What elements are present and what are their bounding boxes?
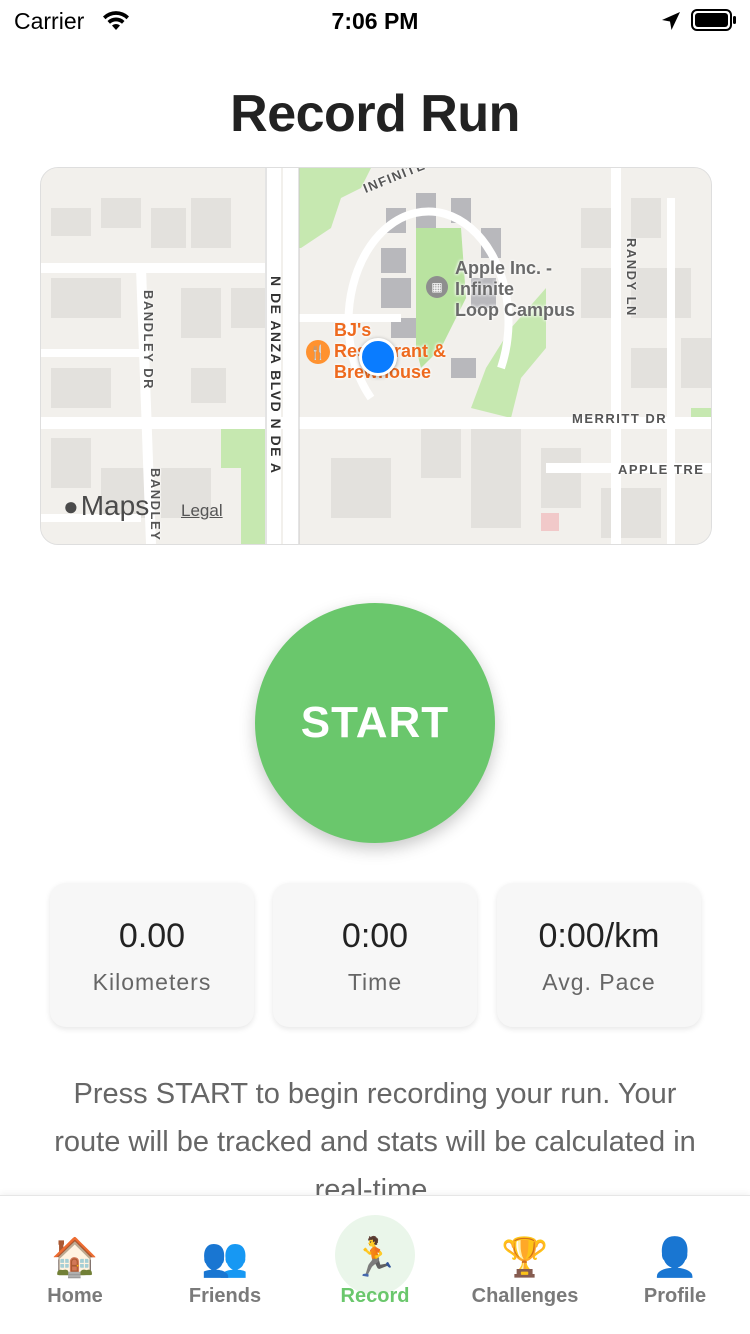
tab-record[interactable]: 🏃 Record <box>300 1196 450 1334</box>
tab-challenges[interactable]: 🏆 Challenges <box>450 1196 600 1334</box>
stat-label-pace: Avg. Pace <box>542 969 656 995</box>
stat-value-pace: 0:00/km <box>538 917 660 955</box>
street-label-bandley-dr-2: BANDLEY <box>148 468 163 542</box>
stat-label-time: Time <box>347 969 403 995</box>
status-time: 7:06 PM <box>331 8 419 34</box>
stat-label-distance: Kilometers <box>92 969 212 995</box>
record-run-screen: Carrier 7:06 PM Record Run RANDY LN BAND… <box>0 0 750 1334</box>
friends-icon: 👥 <box>201 1235 249 1279</box>
tab-label-home: Home <box>47 1285 103 1307</box>
stat-value-distance: 0.00 <box>118 917 186 955</box>
tab-label-profile: Profile <box>643 1285 707 1307</box>
apple-logo-icon: ● <box>63 491 79 521</box>
maps-logo-text: Maps <box>80 490 150 521</box>
street-label-randy-ln: RANDY LN <box>624 238 639 317</box>
page-title: Record Run <box>230 85 520 143</box>
tab-home[interactable]: 🏠 Home <box>0 1196 150 1334</box>
street-label-de-anza: N DE ANZA BLVD N DE A <box>268 276 284 475</box>
stat-card-time: 0:00 Time <box>273 883 477 1027</box>
profile-icon: 👤 <box>651 1235 699 1279</box>
apple-maps-logo: ●Maps <box>63 490 149 522</box>
maps-legal-link[interactable]: Legal <box>181 501 223 521</box>
poi-label-apple-campus[interactable]: Apple Inc. - Infinite Loop Campus <box>455 258 575 321</box>
house-icon: 🏠 <box>51 1235 99 1279</box>
street-label-apple-tree: APPLE TRE <box>618 462 705 477</box>
status-bar: Carrier 7:06 PM <box>0 0 750 40</box>
tab-friends[interactable]: 👥 Friends <box>150 1196 300 1334</box>
start-button[interactable]: START <box>255 603 495 843</box>
trophy-icon: 🏆 <box>501 1235 549 1279</box>
tab-label-record: Record <box>340 1285 410 1307</box>
location-arrow-icon <box>662 12 680 30</box>
building-poi-icon[interactable]: ▦ <box>426 276 448 298</box>
street-label-merritt-dr: MERRITT DR <box>572 411 668 426</box>
street-label-bandley-dr: BANDLEY DR <box>141 290 156 390</box>
tab-bar: 🏠 Home 👥 Friends 🏃 Record 🏆 Challenges 👤… <box>0 1195 750 1334</box>
stat-card-distance: 0.00 Kilometers <box>50 883 254 1027</box>
map-view[interactable]: INFINITE LOOP RANDY LN BANDLEY DR BANDLE… <box>40 167 712 545</box>
runner-icon: 🏃 <box>351 1235 399 1279</box>
tab-profile[interactable]: 👤 Profile <box>600 1196 750 1334</box>
current-location-dot <box>359 338 397 376</box>
instructions-text: Press START to begin recording your run.… <box>54 1078 696 1206</box>
battery-icon <box>691 9 736 31</box>
stat-card-pace: 0:00/km Avg. Pace <box>497 883 701 1027</box>
restaurant-poi-icon[interactable]: 🍴 <box>306 340 330 364</box>
tab-label-challenges: Challenges <box>471 1285 579 1307</box>
tab-label-friends: Friends <box>188 1285 262 1307</box>
stat-value-time: 0:00 <box>341 917 409 955</box>
